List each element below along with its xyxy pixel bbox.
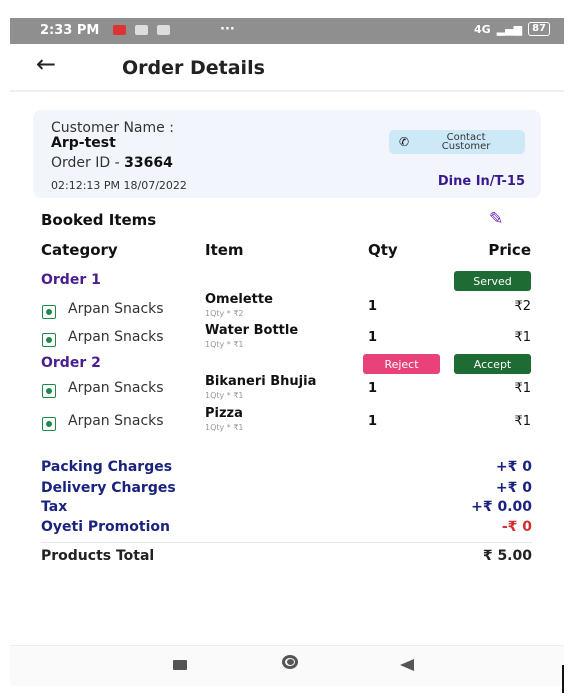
products-total-row: Products Total ₹ 5.00 (41, 548, 532, 564)
back-arrow-icon[interactable]: ← (36, 50, 56, 78)
charge-label: Oyeti Promotion (41, 519, 170, 535)
item-price: ₹1 (514, 381, 531, 396)
veg-indicator-icon (42, 333, 56, 347)
delivery-charges-row: Delivery Charges +₹ 0 (41, 480, 532, 496)
charge-value: -₹ 0 (501, 519, 532, 535)
booked-items-title: Booked Items (41, 211, 157, 229)
column-header-price: Price (488, 241, 531, 259)
back-icon[interactable] (400, 659, 414, 671)
item-price: ₹1 (514, 414, 531, 429)
item-qty: 1 (368, 381, 378, 396)
item-qty-price: 1Qty * ₹2 (205, 309, 244, 318)
app-bar: ← Order Details (10, 44, 564, 92)
item-qty: 1 (368, 299, 378, 314)
veg-indicator-icon (42, 384, 56, 398)
item-qty-price: 1Qty * ₹1 (205, 423, 244, 432)
text-cursor (562, 665, 564, 693)
status-right: 4G ▂▄▆ 87 (474, 22, 550, 36)
item-name: Bikaneri Bhujia (205, 374, 317, 389)
item-qty-price: 1Qty * ₹1 (205, 391, 244, 400)
item-price: ₹2 (514, 299, 531, 314)
signal-icon: ▂▄▆ (496, 22, 523, 36)
pencil-icon[interactable]: ✎ (489, 209, 503, 229)
charge-label: Tax (41, 499, 68, 515)
phone-icon: ✆ (399, 135, 410, 149)
column-header-category: Category (41, 241, 118, 259)
served-button[interactable]: Served (454, 271, 531, 291)
charge-value: +₹ 0 (495, 480, 532, 496)
veg-indicator-icon (42, 305, 56, 319)
order-id: Order ID - 33664 (51, 155, 173, 171)
item-category: Arpan Snacks (68, 380, 164, 396)
navigation-bar (10, 645, 564, 686)
item-category: Arpan Snacks (68, 329, 164, 345)
item-qty: 1 (368, 414, 378, 429)
item-name: Omelette (205, 292, 273, 307)
status-more: ··· (220, 22, 235, 37)
customer-name-label: Customer Name : (51, 120, 174, 136)
contact-customer-button[interactable]: ✆ Contact Customer (389, 130, 525, 154)
item-name: Pizza (205, 406, 243, 421)
status-time: 2:33 PM (40, 23, 100, 38)
charge-label: Delivery Charges (41, 480, 176, 496)
item-qty: 1 (368, 330, 378, 345)
item-category: Arpan Snacks (68, 301, 164, 317)
veg-indicator-icon (42, 417, 56, 431)
battery-icon: 87 (528, 22, 550, 36)
order-datetime: 02:12:13 PM 18/07/2022 (51, 179, 187, 192)
tax-row: Tax +₹ 0.00 (41, 499, 532, 515)
item-price: ₹1 (514, 330, 531, 345)
contact-label: Contact Customer (429, 133, 503, 152)
item-name: Water Bottle (205, 323, 299, 338)
customer-card: Customer Name : Arp-test Order ID - 3366… (33, 110, 541, 198)
column-header-qty: Qty (368, 241, 398, 259)
promotion-row: Oyeti Promotion -₹ 0 (41, 519, 532, 535)
divider (41, 542, 532, 543)
dine-in-table: Dine In/T-15 (437, 174, 525, 189)
order-1-title: Order 1 (41, 272, 101, 288)
status-bar: 2:33 PM ··· 4G ▂▄▆ 87 (10, 18, 564, 44)
charge-value: +₹ 0.00 (471, 499, 532, 515)
recents-icon[interactable] (173, 660, 187, 670)
customer-name: Arp-test (51, 135, 116, 151)
message-icon (157, 25, 170, 35)
accept-button[interactable]: Accept (454, 354, 531, 374)
message-icon (135, 25, 148, 35)
notification-icon (113, 25, 126, 35)
packing-charges-row: Packing Charges +₹ 0 (41, 459, 532, 475)
contact-line2: Customer (441, 141, 491, 152)
total-label: Products Total (41, 548, 155, 564)
order-id-label: Order ID - (51, 155, 125, 171)
home-icon[interactable] (282, 655, 298, 669)
column-header-item: Item (205, 241, 244, 259)
order-2-title: Order 2 (41, 355, 101, 371)
charge-value: +₹ 0 (495, 459, 532, 475)
order-id-value: 33664 (124, 155, 173, 171)
network-label: 4G (474, 22, 491, 36)
item-qty-price: 1Qty * ₹1 (205, 340, 244, 349)
total-value: ₹ 5.00 (482, 548, 532, 564)
item-category: Arpan Snacks (68, 413, 164, 429)
charge-label: Packing Charges (41, 459, 173, 475)
reject-button[interactable]: Reject (363, 354, 440, 374)
page-title: Order Details (122, 57, 265, 79)
